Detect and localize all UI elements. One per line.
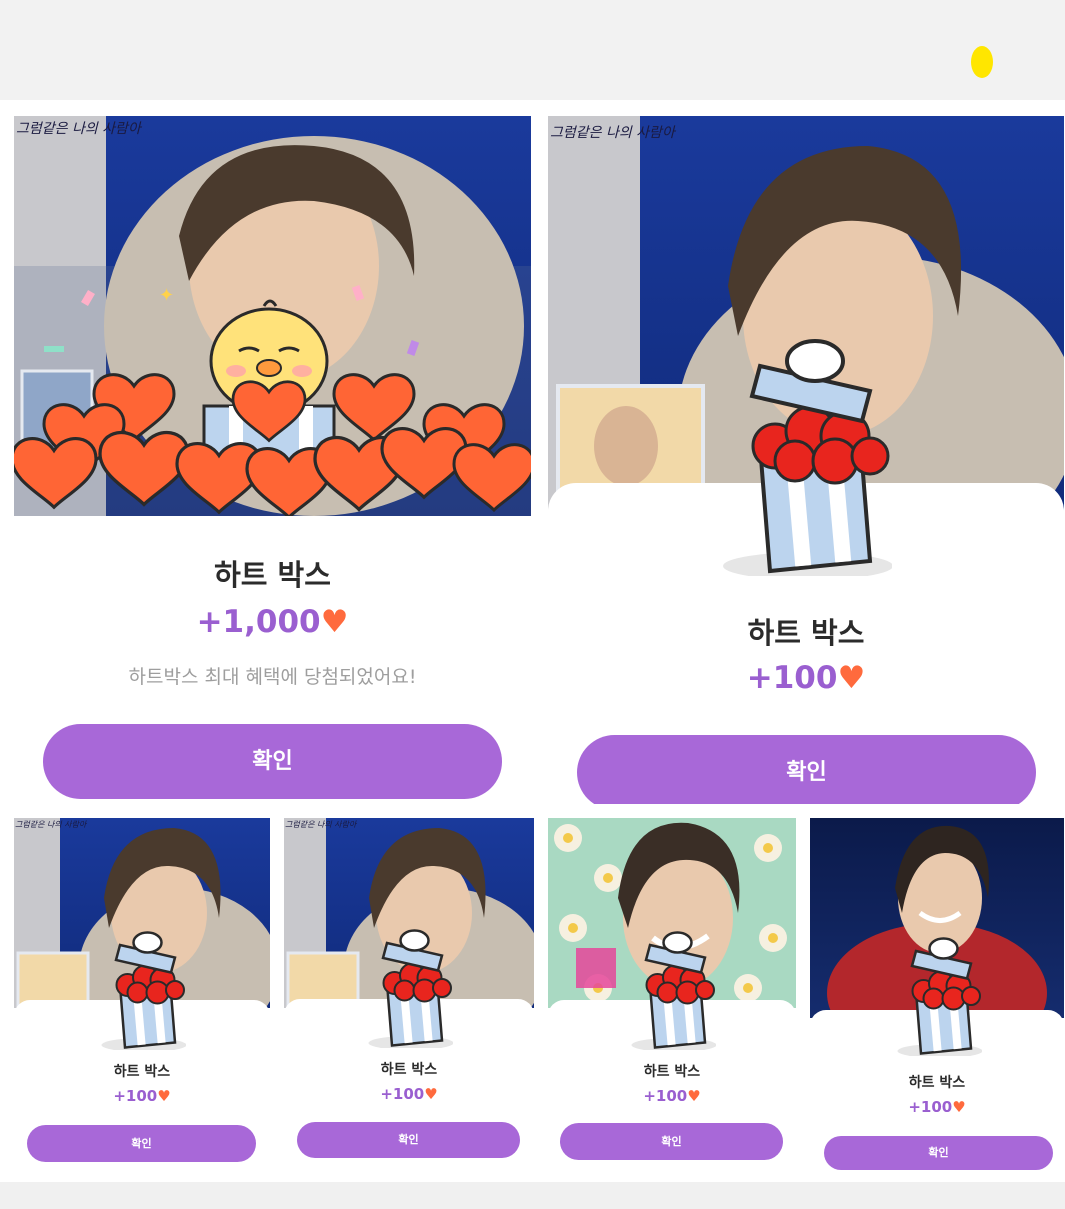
confirm-button[interactable]: 확인 xyxy=(27,1125,256,1162)
photo-caption: 그럼같은 나의 사람아 xyxy=(550,125,675,141)
reward-amount: +100♥ xyxy=(14,1087,270,1105)
reward-amount: +100♥ xyxy=(548,660,1064,696)
reward-amount: +100♥ xyxy=(284,1085,534,1103)
reward-title: 하트 박스 xyxy=(908,1075,966,1091)
heart-icon: ♥ xyxy=(320,604,349,640)
photo-caption: 그럼같은 나의 사람아 xyxy=(16,121,141,137)
photo-caption: 그럼같은 나의 사람아 xyxy=(15,820,87,829)
reward-amount: +100♥ xyxy=(810,1098,1064,1116)
gift-box-icon xyxy=(101,931,186,1050)
gift-box-icon xyxy=(723,339,892,576)
svg-text:✦: ✦ xyxy=(159,285,174,306)
confirm-button[interactable]: 확인 xyxy=(824,1136,1053,1170)
confirm-button[interactable]: 확인 xyxy=(577,735,1036,804)
reward-amount: +1,000♥ xyxy=(14,604,531,640)
confirm-button[interactable]: 확인 xyxy=(297,1122,520,1158)
confirm-button[interactable]: 확인 xyxy=(560,1123,783,1160)
amount-value: +100 xyxy=(908,1098,953,1116)
reward-title: 하트 박스 xyxy=(643,1064,701,1080)
top-bar xyxy=(0,0,1065,100)
heart-icon: ♥ xyxy=(424,1085,438,1103)
amount-value: +100 xyxy=(746,660,838,696)
heart-icon: ♥ xyxy=(952,1098,966,1116)
reward-card-6: 하트 박스 +100♥ 확인 xyxy=(810,818,1064,1170)
reward-title: 하트 박스 xyxy=(113,1064,171,1080)
reward-card-4: 그럼같은 나의 사람아 하트 박스 +100♥ 확인 xyxy=(284,818,534,1164)
reward-card-2: 그럼같은 나의 사람아 하트 박스 +100♥ 확인 xyxy=(548,116,1064,804)
reward-amount: +100♥ xyxy=(548,1087,796,1105)
amount-value: +100 xyxy=(380,1085,425,1103)
gift-box-icon xyxy=(897,937,982,1056)
heart-icon: ♥ xyxy=(157,1087,171,1105)
reward-description: 하트박스 최대 혜택에 당첨되었어요! xyxy=(128,666,417,688)
reward-card-5: 하트 박스 +100♥ 확인 xyxy=(548,818,796,1164)
amount-value: +1,000 xyxy=(196,604,321,640)
reward-card-3: 그럼같은 나의 사람아 하트 박스 +100♥ 확인 xyxy=(14,818,270,1166)
heart-icon: ♥ xyxy=(837,660,866,696)
notification-dot xyxy=(971,46,993,78)
hearts-pile-illustration: ✦ xyxy=(14,285,531,516)
bottom-bar xyxy=(0,1182,1065,1209)
reward-title: 하트 박스 xyxy=(380,1062,438,1078)
gift-box-icon xyxy=(368,929,453,1048)
reward-title: 하트 박스 xyxy=(214,558,331,592)
gift-box-icon xyxy=(631,931,716,1050)
amount-value: +100 xyxy=(643,1087,688,1105)
confirm-button[interactable]: 확인 xyxy=(43,724,502,799)
heart-icon: ♥ xyxy=(687,1087,701,1105)
reward-title: 하트 박스 xyxy=(747,616,865,650)
amount-value: +100 xyxy=(113,1087,158,1105)
reward-card-1: 그럼같은 나의 사람아 ✦ 하트 박스 +1,000♥ 하트박스 최대 혜택에 … xyxy=(14,116,531,806)
photo-caption: 그럼같은 나의 사람아 xyxy=(285,820,357,829)
